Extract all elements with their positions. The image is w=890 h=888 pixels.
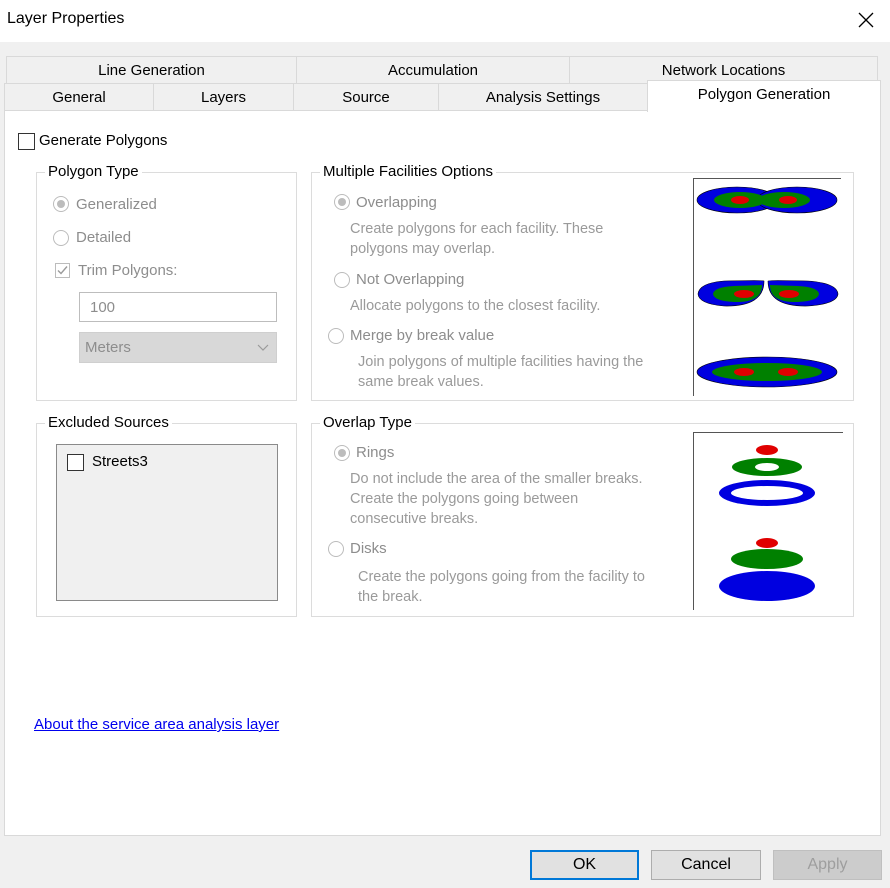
tab-layers[interactable]: Layers [153,83,294,111]
close-button[interactable] [852,6,880,34]
streets3-checkbox[interactable] [67,454,84,471]
overlap-diagram [719,445,815,601]
window-title: Layer Properties [7,10,125,27]
checkmark-icon [57,266,68,275]
excluded-sources-title: Excluded Sources [45,414,172,432]
tab-analysis-settings[interactable]: Analysis Settings [438,83,648,111]
apply-button[interactable]: Apply [773,850,882,880]
chevron-down-icon [257,344,269,351]
generalized-label: Generalized [76,196,157,213]
excluded-sources-list[interactable]: Streets3 [56,444,278,601]
trim-polygons-checkbox[interactable] [55,263,70,278]
tab-line-generation[interactable]: Line Generation [6,56,297,83]
multiple-facilities-title: Multiple Facilities Options [320,163,497,181]
merge-radio[interactable] [328,328,344,344]
merge-label: Merge by break value [350,327,495,344]
tab-network-locations[interactable]: Network Locations [569,56,878,83]
rings-description: Do not include the area of the smaller b… [350,471,643,527]
detailed-radio[interactable] [53,230,69,246]
title-bar: Layer Properties [0,0,890,42]
disks-description: Create the polygons going from the facil… [358,569,645,605]
trim-units-select[interactable]: Meters [79,332,277,363]
facilities-diagram [696,186,839,388]
cancel-button[interactable]: Cancel [651,850,761,880]
polygon-type-title: Polygon Type [45,163,142,181]
ok-button[interactable]: OK [530,850,639,880]
not-overlapping-radio[interactable] [334,272,350,288]
rings-label: Rings [356,444,395,461]
tab-source[interactable]: Source [293,83,439,111]
streets3-label: Streets3 [92,453,148,470]
overlapping-description: Create polygons for each facility. These… [350,221,604,257]
tab-general[interactable]: General [4,83,154,111]
trim-distance-input[interactable]: 100 [79,292,277,322]
disks-label: Disks [350,540,387,557]
facilities-illustration [693,178,841,396]
not-overlapping-label: Not Overlapping [356,271,465,288]
not-overlapping-description: Allocate polygons to the closest facilit… [350,298,601,314]
tab-accumulation[interactable]: Accumulation [296,56,570,83]
help-link[interactable]: About the service area analysis layer [34,716,279,733]
rings-radio[interactable] [334,445,350,461]
close-icon [858,12,874,28]
merge-description: Join polygons of multiple facilities hav… [358,354,644,390]
tab-polygon-generation[interactable]: Polygon Generation [647,80,881,112]
trim-polygons-label: Trim Polygons: [78,262,178,279]
detailed-label: Detailed [76,229,132,246]
overlapping-radio[interactable] [334,194,350,210]
disks-radio[interactable] [328,541,344,557]
generalized-radio[interactable] [53,196,69,212]
overlapping-label: Overlapping [356,194,437,211]
generate-polygons-label: Generate Polygons [39,132,168,149]
generate-polygons-checkbox[interactable] [18,133,35,150]
overlap-type-title: Overlap Type [320,414,415,432]
overlap-illustration [693,432,843,610]
